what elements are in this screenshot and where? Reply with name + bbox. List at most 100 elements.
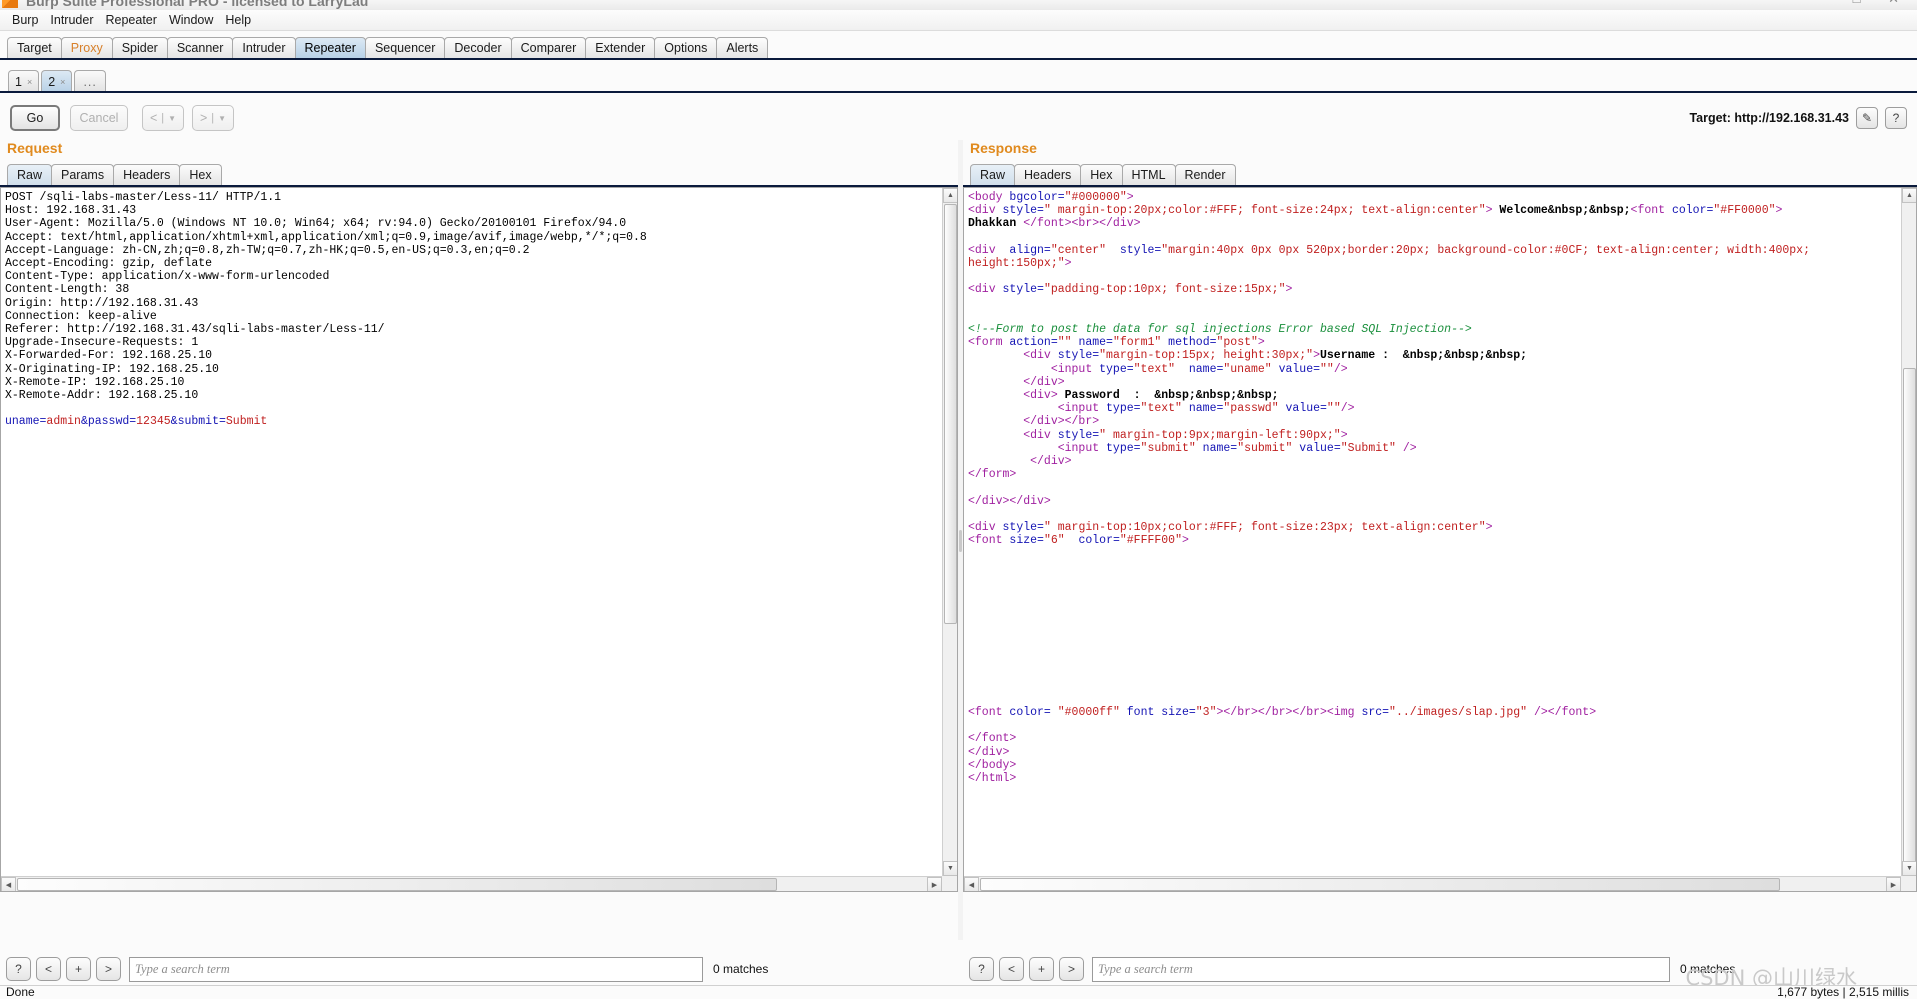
response-tab-headers[interactable]: Headers xyxy=(1014,164,1082,186)
main-tab-underline xyxy=(0,58,1917,60)
search-prev-icon[interactable]: < xyxy=(36,957,61,981)
response-size-timing: 1,677 bytes | 2,515 millis xyxy=(1777,985,1909,999)
scrollbar-thumb[interactable] xyxy=(980,878,1780,891)
response-tab-hex[interactable]: Hex xyxy=(1080,164,1123,186)
close-icon[interactable]: × xyxy=(60,72,65,92)
response-search-input[interactable]: Type a search term xyxy=(1092,956,1670,982)
tab-extender[interactable]: Extender xyxy=(585,37,656,59)
tab-proxy[interactable]: Proxy xyxy=(60,37,113,59)
repeater-tab-strip: 1 × 2 × ... xyxy=(0,66,1917,92)
request-editor-wrapper: POST /sqli-labs-master/Less-11/ HTTP/1.1… xyxy=(0,187,958,892)
menu-item-burp[interactable]: Burp xyxy=(6,11,44,29)
repeater-tab-add[interactable]: ... xyxy=(74,70,106,92)
repeater-tab-2-label: 2 xyxy=(48,74,56,89)
chevron-down-icon: ▼ xyxy=(168,113,177,123)
tab-scanner[interactable]: Scanner xyxy=(166,37,234,59)
response-editor-wrapper: <body bgcolor="#000000"> <div style=" ma… xyxy=(963,187,1917,892)
search-help-icon[interactable]: ? xyxy=(6,957,31,981)
scroll-right-icon[interactable]: ▶ xyxy=(927,877,942,891)
tab-alerts[interactable]: Alerts xyxy=(716,37,769,59)
request-panel: Request Raw Params Headers Hex POST /sql… xyxy=(0,140,958,940)
action-bar: Go Cancel < | ▼ > | ▼ Target: http://192… xyxy=(0,96,1917,140)
target-area: Target: http://192.168.31.43 ✎ ? xyxy=(1689,105,1907,131)
menu-item-intruder[interactable]: Intruder xyxy=(44,11,99,29)
close-icon[interactable]: × xyxy=(27,72,32,92)
menu-item-help[interactable]: Help xyxy=(219,11,257,29)
title-bar: Burp Suite Professional PRO - licensed t… xyxy=(0,0,1917,10)
scrollbar-corner xyxy=(942,876,957,891)
tab-options[interactable]: Options xyxy=(654,37,718,59)
scrollbar-thumb[interactable] xyxy=(944,204,957,624)
divider: | xyxy=(211,112,215,124)
status-text: Done xyxy=(6,985,35,999)
chevron-down-icon: ▼ xyxy=(218,113,227,123)
response-tab-html[interactable]: HTML xyxy=(1121,164,1176,186)
tab-sequencer[interactable]: Sequencer xyxy=(364,37,446,59)
divider: | xyxy=(161,112,165,124)
search-add-icon[interactable]: + xyxy=(66,957,91,981)
response-tab-raw[interactable]: Raw xyxy=(970,164,1016,186)
request-search-bar: ? < + > Type a search term 0 matches xyxy=(0,953,958,985)
request-tab-hex[interactable]: Hex xyxy=(179,164,222,186)
search-next-icon[interactable]: > xyxy=(1059,957,1084,981)
search-add-icon[interactable]: + xyxy=(1029,957,1054,981)
repeater-tab-underline xyxy=(0,91,1917,93)
scroll-up-icon[interactable]: ▲ xyxy=(943,188,957,203)
response-title: Response xyxy=(970,140,1037,156)
scrollbar-corner xyxy=(1901,876,1916,891)
repeater-tab-1[interactable]: 1 × xyxy=(8,70,40,92)
search-prev-icon[interactable]: < xyxy=(999,957,1024,981)
request-tab-headers[interactable]: Headers xyxy=(113,164,181,186)
request-tab-params[interactable]: Params xyxy=(51,164,115,186)
menu-bar: Burp Intruder Repeater Window Help xyxy=(0,10,1917,31)
request-tab-strip: Raw Params Headers Hex xyxy=(7,160,222,186)
search-next-icon[interactable]: > xyxy=(96,957,121,981)
search-help-icon[interactable]: ? xyxy=(969,957,994,981)
help-icon[interactable]: ? xyxy=(1885,107,1907,129)
tab-target[interactable]: Target xyxy=(7,37,62,59)
request-tab-raw[interactable]: Raw xyxy=(7,164,53,186)
response-vertical-scrollbar[interactable]: ▲ ▼ xyxy=(1901,188,1916,888)
response-panel: Response Raw Headers Hex HTML Render <bo… xyxy=(963,140,1917,940)
request-vertical-scrollbar[interactable]: ▲ ▼ xyxy=(942,188,957,876)
scroll-left-icon[interactable]: ◀ xyxy=(964,877,979,891)
scroll-down-icon[interactable]: ▼ xyxy=(943,861,957,876)
repeater-tab-2[interactable]: 2 × xyxy=(41,70,73,92)
repeater-tab-1-label: 1 xyxy=(15,74,22,89)
menu-item-repeater[interactable]: Repeater xyxy=(100,11,163,29)
main-tab-strip: Target Proxy Spider Scanner Intruder Rep… xyxy=(0,33,1917,59)
burp-logo-icon xyxy=(2,0,18,8)
scroll-right-icon[interactable]: ▶ xyxy=(1886,877,1901,891)
cancel-button[interactable]: Cancel xyxy=(70,105,128,131)
scrollbar-thumb[interactable] xyxy=(1903,368,1916,888)
status-bar: Done 1,677 bytes | 2,515 millis xyxy=(0,985,1917,999)
window-title: Burp Suite Professional PRO - licensed t… xyxy=(26,0,369,9)
burp-suite-window: Burp Suite Professional PRO - licensed t… xyxy=(0,0,1917,999)
go-button[interactable]: Go xyxy=(10,105,60,131)
tab-decoder[interactable]: Decoder xyxy=(444,37,512,59)
chevron-left-icon: < xyxy=(149,111,158,125)
response-horizontal-scrollbar[interactable]: ◀ ▶ xyxy=(964,876,1901,891)
request-raw-editor[interactable]: POST /sqli-labs-master/Less-11/ HTTP/1.1… xyxy=(1,188,942,876)
tab-comparer[interactable]: Comparer xyxy=(510,37,587,59)
menu-item-window[interactable]: Window xyxy=(163,11,219,29)
target-url-label: Target: http://192.168.31.43 xyxy=(1689,111,1849,125)
tab-repeater[interactable]: Repeater xyxy=(294,37,366,59)
chevron-right-icon: > xyxy=(199,111,208,125)
window-controls[interactable]: − □ ✕ xyxy=(1817,0,1911,7)
scroll-up-icon[interactable]: ▲ xyxy=(1902,188,1916,203)
scroll-down-icon[interactable]: ▼ xyxy=(1902,861,1916,876)
response-tab-render[interactable]: Render xyxy=(1174,164,1236,186)
request-search-input[interactable]: Type a search term xyxy=(129,956,703,982)
request-horizontal-scrollbar[interactable]: ◀ ▶ xyxy=(1,876,942,891)
forward-button[interactable]: > | ▼ xyxy=(192,105,234,131)
tab-spider[interactable]: Spider xyxy=(111,37,168,59)
response-tab-strip: Raw Headers Hex HTML Render xyxy=(970,160,1236,186)
scroll-left-icon[interactable]: ◀ xyxy=(1,877,16,891)
tab-intruder[interactable]: Intruder xyxy=(232,37,296,59)
back-button[interactable]: < | ▼ xyxy=(142,105,184,131)
request-match-count: 0 matches xyxy=(713,962,769,976)
scrollbar-thumb[interactable] xyxy=(17,878,777,891)
pencil-icon[interactable]: ✎ xyxy=(1856,107,1878,129)
response-raw-editor[interactable]: <body bgcolor="#000000"> <div style=" ma… xyxy=(964,188,1901,876)
